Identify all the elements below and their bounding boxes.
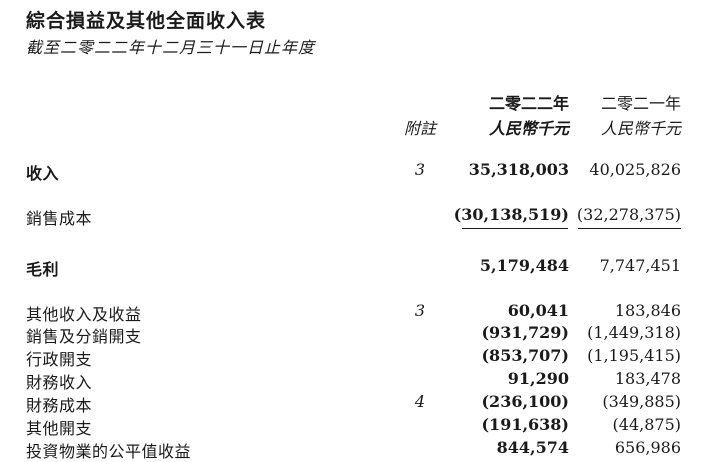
value-2021: 40,025,826 [589,160,681,179]
value-2022: 844,574 [496,438,569,457]
unit-2022-header: 人民幣千元 [488,119,569,138]
value-2022: (931,729) [481,323,569,342]
row-other-income: 其他收入及收益 3 60,041 183,846 [0,301,721,324]
row-fair-value-gains: 投資物業的公平值收益 844,574 656,986 [0,438,721,461]
row-other-expenses: 其他開支 (191,638) (44,875) [0,415,721,438]
value-2022: 91,290 [507,369,569,388]
row-note: 4 [414,392,426,411]
value-2022: (30,138,519) [453,205,569,224]
value-2021: (44,875) [612,415,681,434]
row-gross-profit: 毛利 5,179,484 7,747,451 [0,256,721,279]
subtotal-underline-2021 [578,228,681,229]
value-2021: (32,278,375) [576,205,681,224]
row-label: 銷售及分銷開支 [26,327,142,346]
row-label: 投資物業的公平值收益 [26,442,192,461]
value-2022: (853,707) [481,346,569,365]
unit-2021-header: 人民幣千元 [600,119,681,138]
row-note: 3 [414,301,426,320]
row-label: 財務成本 [26,396,93,415]
value-2022: 60,041 [507,301,569,320]
row-finance-income: 財務收入 91,290 183,478 [0,369,721,392]
row-label: 財務收入 [26,373,93,392]
value-2021: 7,747,451 [599,256,681,275]
statement-title: 綜合損益及其他全面收入表 [26,10,267,32]
row-selling-distribution: 銷售及分銷開支 (931,729) (1,449,318) [0,323,721,346]
row-label: 毛利 [26,260,60,279]
row-note: 3 [414,160,426,179]
value-2021: (1,195,415) [587,346,681,365]
note-column-header: 附註 [404,119,437,138]
row-label: 其他收入及收益 [26,305,142,324]
value-2021: (349,885) [602,392,681,411]
value-2021: 183,846 [614,301,681,320]
value-2022: (191,638) [481,415,569,434]
value-2022: 35,318,003 [468,160,569,179]
value-2021: (1,449,318) [587,323,681,342]
value-2021: 183,478 [614,369,681,388]
value-2022: (236,100) [481,392,569,411]
year-2021-header: 二零二一年 [600,94,681,113]
row-label: 其他開支 [26,419,93,438]
row-administrative: 行政開支 (853,707) (1,195,415) [0,346,721,369]
value-2022: 5,179,484 [479,256,569,275]
row-cost-of-sales: 銷售成本 (30,138,519) (32,278,375) [0,205,721,228]
row-label: 銷售成本 [26,209,93,228]
statement-subtitle: 截至二零二二年十二月三十一日止年度 [26,38,316,57]
row-label: 行政開支 [26,350,93,369]
row-finance-costs: 財務成本 4 (236,100) (349,885) [0,392,721,415]
value-2021: 656,986 [614,438,681,457]
row-label: 收入 [26,164,60,183]
row-revenue: 收入 3 35,318,003 40,025,826 [0,160,721,183]
year-2022-header: 二零二二年 [488,94,569,113]
subtotal-underline-2022 [462,228,568,229]
